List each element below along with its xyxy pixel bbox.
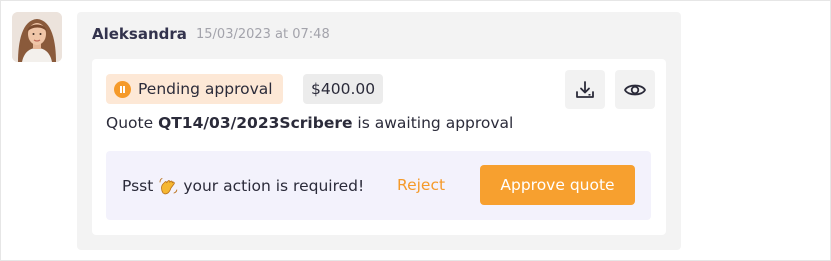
quote-text-suffix: is awaiting approval [352, 114, 514, 132]
download-button[interactable] [565, 70, 605, 109]
approve-quote-label: Approve quote [500, 176, 615, 194]
chat-panel: Aleksandra 15/03/2023 at 07:48 Pending a… [0, 0, 831, 261]
eye-icon [624, 84, 646, 95]
amount-badge: $400.00 [303, 74, 384, 104]
view-button[interactable] [615, 70, 655, 109]
quote-reference: QT14/03/2023Scribere [158, 114, 353, 132]
download-icon [576, 80, 594, 98]
avatar [12, 12, 62, 62]
waving-hand-icon [159, 178, 178, 195]
message-bubble: Aleksandra 15/03/2023 at 07:48 Pending a… [77, 12, 681, 250]
pause-circle-icon [114, 80, 131, 98]
reject-button[interactable]: Reject [397, 176, 445, 194]
quote-text-prefix: Quote [106, 114, 159, 132]
quote-status-text: Quote QT14/03/2023Scribere is awaiting a… [106, 114, 513, 132]
message-timestamp: 15/03/2023 at 07:48 [196, 27, 330, 42]
status-badge: Pending approval [106, 74, 283, 104]
action-prompt: Psst your action is required! [122, 176, 364, 196]
author-name: Aleksandra [92, 25, 187, 43]
action-prompt-text: your action is required! [183, 177, 365, 195]
action-prompt-lead: Psst [122, 177, 154, 195]
action-required-box: Psst your action is required! Reject App… [106, 151, 651, 220]
user-photo-icon [12, 12, 62, 62]
amount-value: $400.00 [311, 80, 376, 98]
status-label: Pending approval [138, 80, 273, 98]
approve-quote-button[interactable]: Approve quote [480, 165, 635, 205]
quote-card: Pending approval $400.00 Quote QT14/03/2… [92, 59, 666, 235]
